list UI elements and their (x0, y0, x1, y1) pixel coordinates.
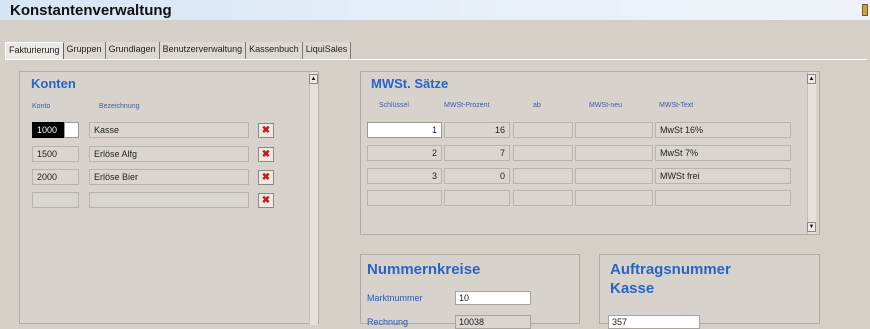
konten-panel: Konten Konto Bezeichnung 1000 Kasse ✖ 15… (19, 71, 319, 325)
konten-row-1-konto-pad (64, 122, 79, 138)
mwst-row-1-schluessel[interactable]: 1 (367, 122, 442, 138)
mwst-row-4-text[interactable] (655, 190, 791, 206)
mwst-row-1-text[interactable]: MwSt 16% (655, 122, 791, 138)
konten-col-konto: Konto (32, 103, 51, 110)
konten-row-2-konto[interactable]: 1500 (32, 146, 79, 162)
mwst-row-2-prozent[interactable]: 7 (444, 145, 510, 161)
konten-row-3-bezeichnung[interactable]: Erlöse Bier (89, 169, 249, 185)
marktnummer-field[interactable]: 10 (455, 291, 531, 305)
mwst-panel: MWSt. Sätze Schlüssel MWSt-Prozent ab MW… (360, 71, 820, 235)
auftrag-field[interactable]: 357 (608, 315, 700, 329)
mwst-row-4-neu[interactable] (575, 190, 653, 206)
mwst-row-1-ab[interactable] (513, 122, 573, 138)
mwst-row-1-neu[interactable] (575, 122, 653, 138)
mwst-col-text: MWSt-Text (659, 102, 694, 109)
mwst-row-4-ab[interactable] (513, 190, 573, 206)
window-title: Konstantenverwaltung (10, 2, 172, 19)
delete-row-4-button[interactable]: ✖ (258, 193, 274, 208)
konten-scroll-up-button[interactable]: ▲ (309, 74, 318, 84)
rechnung-label: Rechnung (367, 317, 409, 327)
marktnummer-label: Marktnummer (367, 293, 423, 303)
delete-row-1-button[interactable]: ✖ (258, 123, 274, 138)
delete-row-2-button[interactable]: ✖ (258, 147, 274, 162)
konten-row-4-konto[interactable] (32, 192, 79, 208)
mwst-row-3-ab[interactable] (513, 168, 573, 184)
auftrag-title-line-2: Kasse (610, 280, 655, 297)
tab-grundlagen[interactable]: Grundlagen (105, 42, 160, 60)
mwst-col-neu: MWSt-neu (589, 102, 623, 109)
mwst-scroll-up-button[interactable]: ▲ (807, 74, 816, 84)
tab-bar: Fakturierung Gruppen Grundlagen Benutzer… (5, 42, 352, 60)
mwst-row-4-prozent[interactable] (444, 190, 510, 206)
mwst-row-4-schluessel[interactable] (367, 190, 442, 206)
mwst-row-2-schluessel[interactable]: 2 (367, 145, 442, 161)
auftrag-title-line-1: Auftragsnummer (610, 261, 731, 278)
tab-divider (5, 59, 867, 60)
mwst-col-ab: ab (533, 102, 541, 109)
tab-fakturierung[interactable]: Fakturierung (5, 42, 64, 60)
tab-gruppen[interactable]: Gruppen (63, 42, 106, 60)
mwst-row-3-neu[interactable] (575, 168, 653, 184)
konten-row-2-bezeichnung[interactable]: Erlöse Alfg (89, 146, 249, 162)
mwst-row-3-text[interactable]: MWSt frei (655, 168, 791, 184)
delete-row-3-button[interactable]: ✖ (258, 170, 274, 185)
auftrag-panel: Auftragsnummer Kasse 357 (599, 254, 820, 329)
rechnung-field[interactable]: 10038 (455, 315, 531, 329)
konten-row-1-bezeichnung[interactable]: Kasse (89, 122, 249, 138)
tab-kassenbuch[interactable]: Kassenbuch (246, 42, 303, 60)
konten-row-4-bezeichnung[interactable] (89, 192, 249, 208)
mwst-col-schluessel: Schlüssel (379, 102, 409, 109)
mwst-col-prozent: MWSt-Prozent (444, 102, 490, 109)
konten-row-1-konto[interactable]: 1000 (32, 122, 65, 138)
mwst-title: MWSt. Sätze (371, 76, 449, 91)
konten-title: Konten (31, 76, 76, 91)
tab-benutzerverwaltung[interactable]: Benutzerverwaltung (159, 42, 247, 60)
mwst-row-3-prozent[interactable]: 0 (444, 168, 510, 184)
window-menu-icon[interactable] (862, 4, 868, 16)
window-titlebar: Konstantenverwaltung (0, 0, 870, 20)
mwst-row-2-text[interactable]: MwSt 7% (655, 145, 791, 161)
konten-scrollbar[interactable] (309, 72, 318, 325)
mwst-row-2-neu[interactable] (575, 145, 653, 161)
mwst-row-3-schluessel[interactable]: 3 (367, 168, 442, 184)
mwst-scroll-down-button[interactable]: ▼ (807, 222, 816, 232)
mwst-scrollbar[interactable] (807, 72, 816, 234)
tab-liquisales[interactable]: LiquiSales (302, 42, 352, 60)
nummernkreise-title: Nummernkreise (367, 261, 481, 278)
mwst-row-1-prozent[interactable]: 16 (444, 122, 510, 138)
konten-row-3-konto[interactable]: 2000 (32, 169, 79, 185)
nummernkreise-panel: Nummernkreise Marktnummer 10 Rechnung 10… (360, 254, 580, 329)
konten-col-bezeichnung: Bezeichnung (99, 103, 140, 110)
mwst-row-2-ab[interactable] (513, 145, 573, 161)
